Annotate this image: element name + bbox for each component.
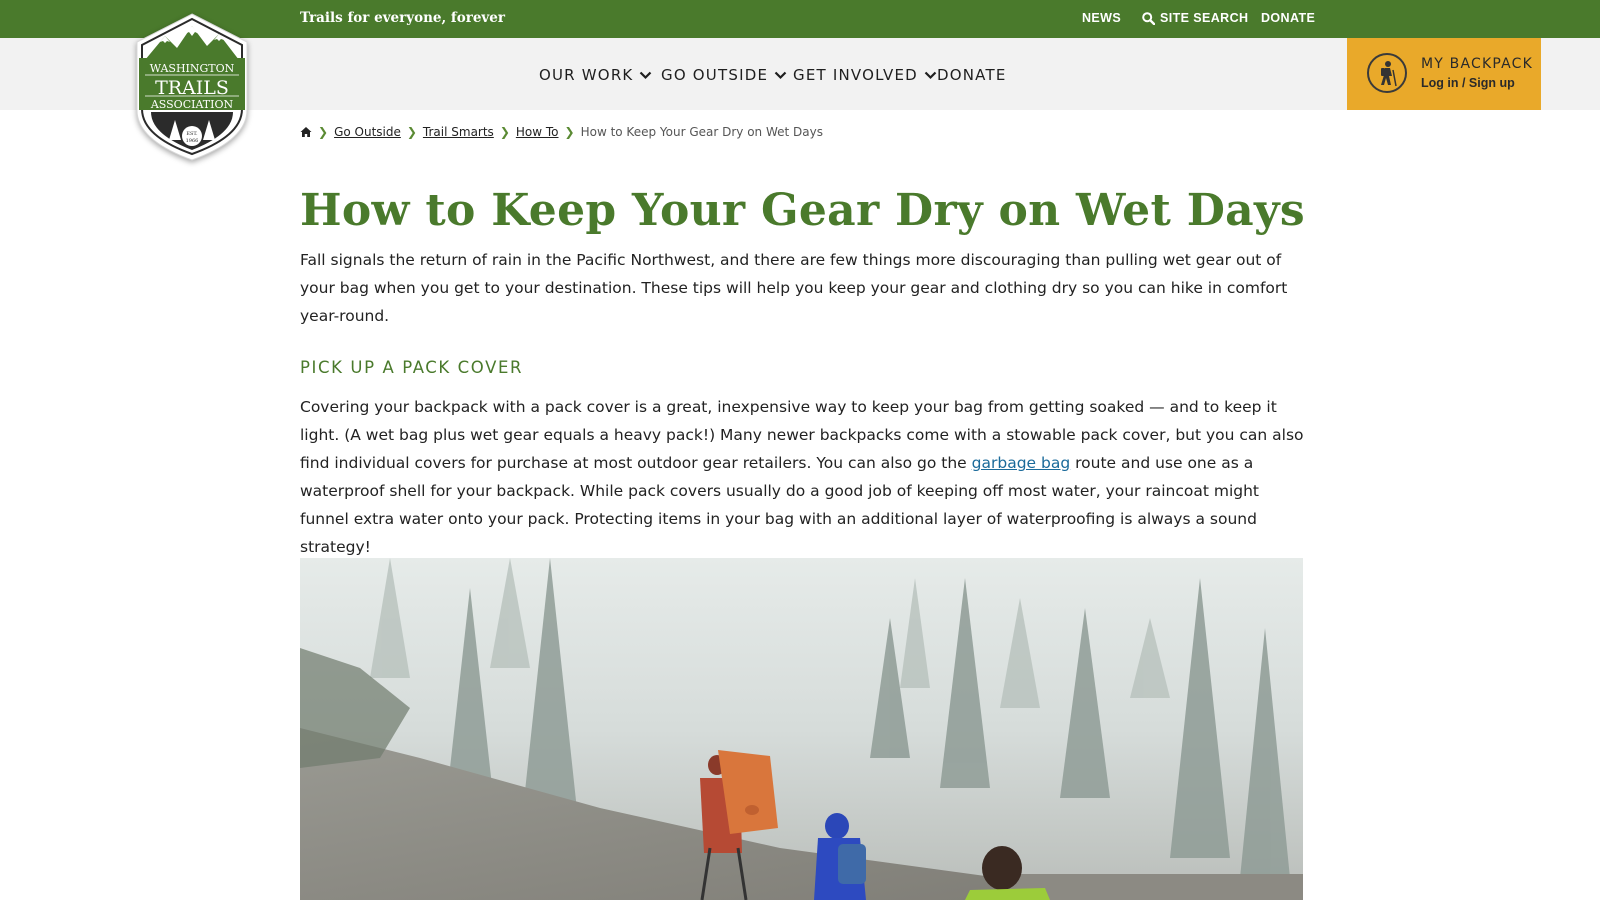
chevron-right-icon: ❯ bbox=[406, 125, 417, 139]
nav-item-donate[interactable]: DONATE bbox=[937, 66, 1007, 84]
chevron-down-icon bbox=[774, 71, 787, 79]
my-backpack-button[interactable]: MY BACKPACK Log in / Sign up bbox=[1347, 38, 1541, 110]
svg-text:WASHINGTON: WASHINGTON bbox=[150, 62, 235, 75]
breadcrumb-trail-smarts[interactable]: Trail Smarts bbox=[423, 125, 494, 139]
svg-text:TRAILS: TRAILS bbox=[155, 77, 229, 99]
chevron-down-icon bbox=[640, 71, 652, 79]
site-search-label: SITE SEARCH bbox=[1160, 11, 1249, 25]
wta-logo[interactable]: WASHINGTON TRAILS ASSOCIATION EST. 1966 bbox=[133, 12, 251, 162]
site-search-link[interactable]: SITE SEARCH bbox=[1142, 11, 1248, 25]
nav-item-label: OUR WORK bbox=[539, 66, 634, 84]
donate-top-link[interactable]: DONATE bbox=[1261, 11, 1315, 25]
nav-item-label: GET INVOLVED bbox=[793, 66, 918, 84]
article-intro: Fall signals the return of rain in the P… bbox=[300, 251, 1288, 325]
breadcrumb: ❯ Go Outside ❯ Trail Smarts ❯ How To ❯ H… bbox=[300, 125, 823, 139]
nav-item-get-involved[interactable]: GET INVOLVED bbox=[793, 66, 937, 84]
news-link[interactable]: NEWS bbox=[1082, 11, 1121, 25]
section-heading-pack-cover: PICK UP A PACK COVER bbox=[300, 358, 524, 377]
page-title: How to Keep Your Gear Dry on Wet Days bbox=[300, 185, 1305, 236]
section-body-pack-cover: Covering your backpack with a pack cover… bbox=[300, 393, 1312, 561]
nav-item-go-outside[interactable]: GO OUTSIDE bbox=[661, 66, 787, 84]
nav-item-label: DONATE bbox=[937, 66, 1007, 84]
site-tagline: Trails for everyone, forever bbox=[300, 10, 505, 26]
search-icon bbox=[1142, 11, 1155, 25]
login-signup-link[interactable]: Log in / Sign up bbox=[1421, 76, 1515, 90]
breadcrumb-current: How to Keep Your Gear Dry on Wet Days bbox=[580, 125, 823, 139]
garbage-bag-link[interactable]: garbage bag bbox=[972, 454, 1071, 472]
nav-item-our-work[interactable]: OUR WORK bbox=[539, 66, 652, 84]
chevron-right-icon: ❯ bbox=[318, 125, 329, 139]
svg-text:EST.: EST. bbox=[186, 131, 198, 137]
chevron-down-icon bbox=[924, 71, 937, 79]
svg-text:1966: 1966 bbox=[186, 138, 199, 144]
backpack-title: MY BACKPACK bbox=[1421, 56, 1534, 72]
chevron-right-icon: ❯ bbox=[499, 125, 510, 139]
nav-item-label: GO OUTSIDE bbox=[661, 66, 769, 84]
home-icon[interactable] bbox=[300, 126, 312, 138]
article-photo-hikers-in-fog bbox=[300, 558, 1303, 900]
breadcrumb-go-outside[interactable]: Go Outside bbox=[334, 125, 401, 139]
hiker-icon bbox=[1367, 53, 1407, 93]
breadcrumb-how-to[interactable]: How To bbox=[516, 125, 559, 139]
svg-text:ASSOCIATION: ASSOCIATION bbox=[150, 98, 234, 111]
chevron-right-icon: ❯ bbox=[564, 125, 575, 139]
